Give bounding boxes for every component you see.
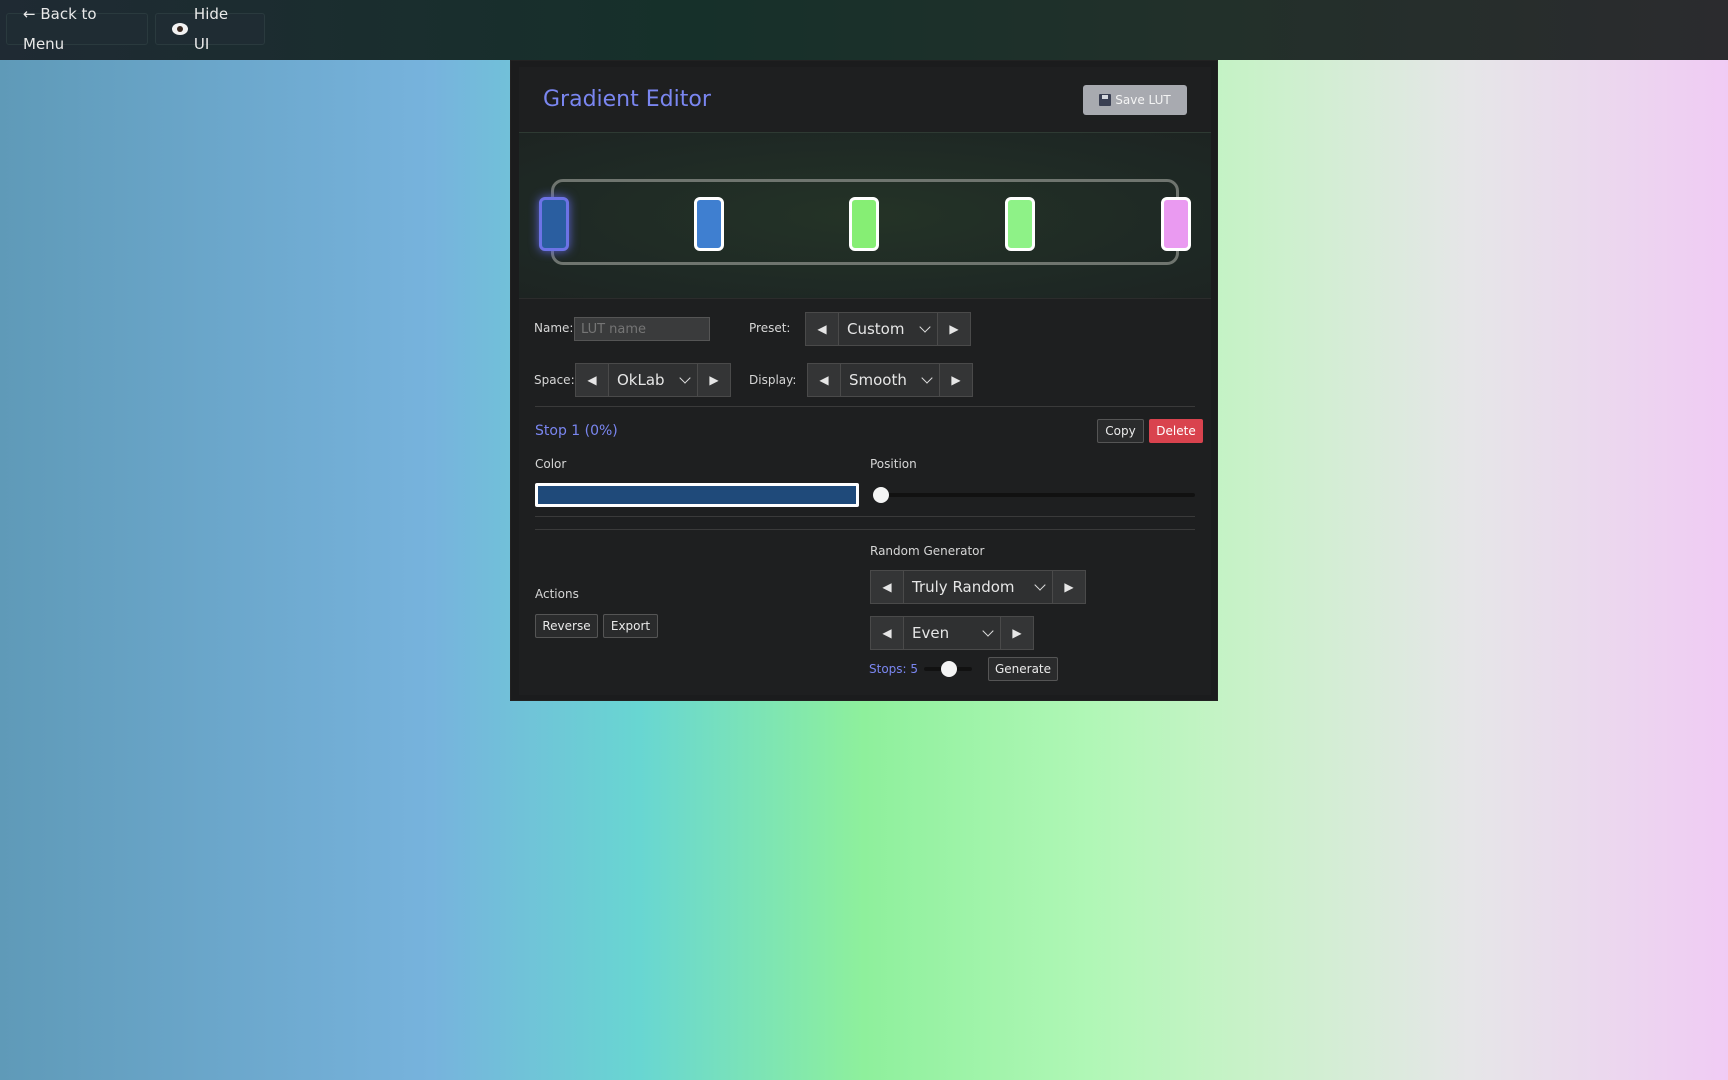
gradient-editor-panel: Gradient Editor Save LUT Name: Preset: ◀…: [510, 60, 1218, 701]
distribution-next-button[interactable]: ▶: [1000, 616, 1034, 650]
space-select[interactable]: OkLab: [609, 363, 697, 397]
preset-value: Custom: [847, 320, 905, 338]
stops-slider-handle[interactable]: [941, 661, 957, 677]
display-select[interactable]: Smooth: [841, 363, 939, 397]
reverse-button[interactable]: Reverse: [535, 614, 598, 638]
random-mode-next-button[interactable]: ▶: [1052, 570, 1086, 604]
preset-prev-button[interactable]: ◀: [805, 312, 839, 346]
export-button[interactable]: Export: [603, 614, 658, 638]
chevron-down-icon: [679, 372, 691, 384]
space-prev-button[interactable]: ◀: [575, 363, 609, 397]
display-prev-button[interactable]: ◀: [807, 363, 841, 397]
save-label: Save LUT: [1115, 93, 1171, 107]
color-swatch: [538, 486, 856, 504]
random-mode-select[interactable]: Truly Random: [904, 570, 1052, 604]
chevron-down-icon: [921, 372, 933, 384]
panel-inner: Gradient Editor Save LUT Name: Preset: ◀…: [519, 67, 1211, 695]
copy-button[interactable]: Copy: [1097, 419, 1144, 443]
save-lut-button[interactable]: Save LUT: [1083, 85, 1187, 115]
chevron-down-icon: [982, 625, 994, 637]
position-slider-track[interactable]: [879, 493, 1195, 497]
space-stepper: ◀ OkLab ▶: [575, 363, 731, 397]
hide-label: Hide UI: [193, 5, 229, 53]
color-label: Color: [535, 457, 567, 471]
display-value: Smooth: [849, 371, 907, 389]
divider: [535, 516, 1195, 517]
random-mode-prev-button[interactable]: ◀: [870, 570, 904, 604]
divider: [535, 406, 1195, 407]
eye-icon: [172, 23, 188, 35]
color-picker-field[interactable]: [535, 483, 859, 507]
preset-next-button[interactable]: ▶: [937, 312, 971, 346]
distribution-value: Even: [912, 624, 950, 642]
preset-stepper: ◀ Custom ▶: [805, 312, 971, 346]
gradient-stop-2[interactable]: [694, 197, 724, 251]
top-bar: ← Back to Menu Hide UI: [0, 0, 1728, 60]
chevron-down-icon: [1034, 579, 1046, 591]
position-slider-handle[interactable]: [873, 487, 889, 503]
display-stepper: ◀ Smooth ▶: [807, 363, 973, 397]
position-label: Position: [870, 457, 917, 471]
back-label: ← Back to Menu: [23, 5, 97, 53]
preset-select[interactable]: Custom: [839, 312, 937, 346]
floppy-icon: [1099, 94, 1112, 106]
space-value: OkLab: [617, 371, 665, 389]
page-title: Gradient Editor: [543, 87, 711, 112]
gradient-stop-1[interactable]: [539, 197, 569, 251]
divider: [535, 529, 1195, 530]
random-generator-label: Random Generator: [870, 544, 985, 558]
space-label: Space:: [534, 373, 575, 387]
chevron-down-icon: [919, 321, 931, 333]
distribution-prev-button[interactable]: ◀: [870, 616, 904, 650]
stops-count-label: Stops: 5: [869, 662, 919, 676]
generate-button[interactable]: Generate: [988, 657, 1058, 681]
stop-title: Stop 1 (0%): [535, 423, 618, 439]
gradient-stop-3[interactable]: [849, 197, 879, 251]
distribution-stepper: ◀ Even ▶: [870, 616, 1034, 650]
gradient-preview: [519, 133, 1211, 299]
random-mode-value: Truly Random: [912, 578, 1015, 596]
distribution-select[interactable]: Even: [904, 616, 1000, 650]
lut-name-input[interactable]: [574, 317, 710, 341]
display-next-button[interactable]: ▶: [939, 363, 973, 397]
hide-ui-button[interactable]: Hide UI: [155, 5, 265, 53]
gradient-stop-4[interactable]: [1005, 197, 1035, 251]
space-next-button[interactable]: ▶: [697, 363, 731, 397]
preset-label: Preset:: [749, 321, 791, 335]
delete-button[interactable]: Delete: [1149, 419, 1203, 443]
gradient-stop-5[interactable]: [1161, 197, 1191, 251]
random-mode-stepper: ◀ Truly Random ▶: [870, 570, 1086, 604]
display-label: Display:: [749, 373, 797, 387]
name-label: Name:: [534, 321, 574, 335]
actions-label: Actions: [535, 587, 579, 601]
editor-header: Gradient Editor Save LUT: [519, 67, 1211, 133]
back-to-menu-button[interactable]: ← Back to Menu: [6, 5, 148, 53]
